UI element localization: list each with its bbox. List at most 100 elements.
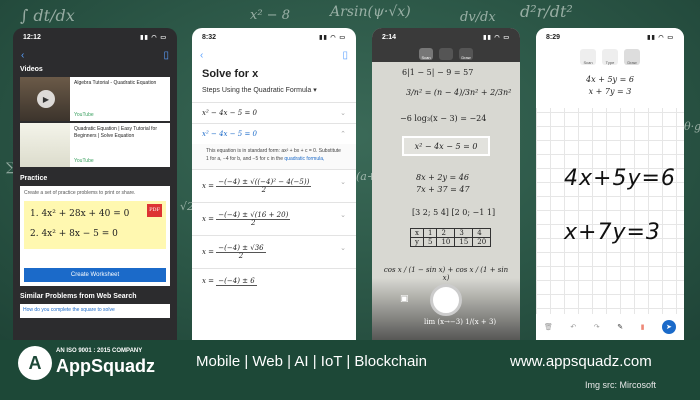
eq-denominator: 2 xyxy=(251,219,256,227)
worksheet-preview[interactable]: PDF 1. 4x² + 28x + 40 = 0 2. 4x² + 8x − … xyxy=(24,201,166,249)
iso-label: AN ISO 9001 : 2015 COMPANY xyxy=(56,348,143,354)
chevron-down-icon: ⌄ xyxy=(340,109,346,117)
status-bar: 8:32 ▮▮ ◠ ▭ xyxy=(192,28,356,46)
chevron-down-icon: ⌄ xyxy=(340,178,346,186)
signal-wifi-battery-icon: ▮▮ ◠ ▭ xyxy=(319,34,346,41)
system-equation: 8x + 2y = 46 xyxy=(416,173,469,182)
phone-handwriting: 8:29 ▮▮ ◠ ▭ Scan Type Draw 4x + 5y = 6 x… xyxy=(536,28,684,340)
table-cell: y xyxy=(410,237,424,247)
tab-scan[interactable]: Scan xyxy=(419,48,433,60)
recognized-equation: x + 7y = 3 xyxy=(588,87,632,96)
status-time: 12:12 xyxy=(23,33,41,41)
video-source: YouTube xyxy=(74,111,94,118)
worksheet-equation: 2. 4x² + 8x − 5 = 0 xyxy=(30,228,118,239)
handwritten-equation: x+7y=3 xyxy=(564,220,661,245)
chalk-formula: θ·g xyxy=(684,120,700,133)
table-cell: 10 xyxy=(436,237,456,247)
quadratic-formula-link[interactable]: quadratic formula, xyxy=(284,156,324,162)
tab-draw[interactable]: Draw xyxy=(459,48,473,60)
solution-step[interactable]: x² − 4x − 5 = 0 ⌄ xyxy=(192,102,356,123)
eq-lhs: x = xyxy=(202,215,215,223)
eq-lhs: x = xyxy=(202,277,215,285)
scanned-table[interactable]: x 1 2 3 4 y 5 10 15 20 xyxy=(410,228,492,247)
mode-tabs: Scan Draw xyxy=(372,46,520,62)
system-equation: 7x + 37 = 47 xyxy=(416,185,470,194)
chalk-formula: ∫ dt/dx xyxy=(20,6,75,25)
table-cell: 15 xyxy=(454,237,474,247)
bookmark-icon[interactable]: ▯ xyxy=(342,50,348,61)
gallery-icon[interactable]: ▣ xyxy=(400,294,409,304)
eq-numerator: −(−4) ± 6 xyxy=(216,277,257,286)
method-selector[interactable]: Steps Using the Quadratic Formula ▾ xyxy=(192,84,356,96)
eq-lhs: x = xyxy=(202,182,215,190)
scanned-problem[interactable]: −6 log₃(x − 3) = −24 xyxy=(400,114,486,123)
video-source: YouTube xyxy=(74,157,94,164)
worksheet-equation: 1. 4x² + 28x + 40 = 0 xyxy=(30,209,130,219)
tab-type[interactable] xyxy=(439,48,453,60)
chalk-formula: dv/dx xyxy=(460,10,496,25)
bookmark-icon[interactable]: ▯ xyxy=(163,50,169,61)
solution-step[interactable]: x = −(−4) ± √36 2 ⌄ xyxy=(192,235,356,268)
solution-step[interactable]: x = −(−4) ± √((−4)² − 4(−5)) 2 ⌄ xyxy=(192,169,356,202)
solution-step[interactable]: x = −(−4) ± 6 xyxy=(192,268,356,293)
table-row: y 5 10 15 20 xyxy=(410,237,492,247)
eq-denominator: 2 xyxy=(261,186,267,194)
practice-description: Create a set of practice problems to pri… xyxy=(24,190,136,196)
table-cell: 20 xyxy=(472,237,492,247)
page-title: Solve for x xyxy=(202,68,259,80)
chalk-formula: x² − 8 xyxy=(250,8,290,23)
tab-type[interactable]: Type xyxy=(602,49,618,65)
redo-icon[interactable]: ↷ xyxy=(594,323,600,331)
table-cell: x xyxy=(410,228,424,238)
tab-scan[interactable]: Scan xyxy=(580,49,596,65)
back-chevron-icon[interactable]: ‹ xyxy=(200,50,203,61)
chevron-down-icon: ⌄ xyxy=(340,211,346,219)
mode-tabs: Scan Type Draw xyxy=(536,46,684,68)
pencil-icon[interactable]: ✎ xyxy=(617,323,623,331)
scanned-problem[interactable]: 6|1 − 5| − 9 = 57 xyxy=(402,68,473,77)
play-icon[interactable]: ▶ xyxy=(37,90,55,108)
eq-lhs: x = xyxy=(202,248,215,256)
undo-icon[interactable]: ↶ xyxy=(570,323,576,331)
eraser-icon[interactable]: ▮ xyxy=(641,323,645,331)
website-url[interactable]: www.appsquadz.com xyxy=(510,353,652,370)
video-card[interactable]: ▶ Algebra Tutorial - Quadratic Equation Y… xyxy=(20,77,170,121)
section-practice-title: Practice xyxy=(20,175,48,182)
status-time: 8:29 xyxy=(546,33,561,41)
chevron-down-icon: ⌄ xyxy=(340,244,346,252)
tagline: Mobile | Web | AI | IoT | Blockchain xyxy=(196,353,427,370)
tab-draw[interactable]: Draw xyxy=(624,49,640,65)
method-label: Steps Using the Quadratic Formula xyxy=(202,87,312,94)
solution-step[interactable]: x = −(−4) ± √(16 + 20) 2 ⌄ xyxy=(192,202,356,235)
scanned-problem[interactable]: 3/n² = (n − 4)/3n² + 2/3n² xyxy=(406,88,511,97)
signal-wifi-battery-icon: ▮▮ ◠ ▭ xyxy=(483,34,510,41)
chalk-formula: Arsin(ψ·√x) xyxy=(330,4,411,20)
phone-camera-scan: 2:14 ▮▮ ◠ ▭ Scan Draw 6|1 − 5| − 9 = 57 … xyxy=(372,28,520,340)
table-row: x 1 2 3 4 xyxy=(410,228,492,238)
recognized-equations: 4x + 5y = 6 x + 7y = 3 xyxy=(536,68,684,108)
image-source-credit: Img src: Mircosoft xyxy=(585,380,657,390)
solution-step-expanded[interactable]: x² − 4x − 5 = 0 ⌃ xyxy=(192,123,356,144)
scanned-system[interactable]: 8x + 2y = 46 7x + 37 = 47 xyxy=(416,172,470,196)
focused-problem: x² − 4x − 5 = 0 xyxy=(414,141,478,151)
scanned-problem[interactable]: lim (x→−3) 1/(x + 3) xyxy=(424,318,496,326)
shutter-button[interactable] xyxy=(430,284,462,316)
table-cell: 1 xyxy=(422,228,438,238)
send-icon[interactable]: ➤ xyxy=(661,320,676,334)
create-worksheet-button[interactable]: Create Worksheet xyxy=(24,268,166,282)
brand-name: AppSquadz xyxy=(56,356,155,376)
step-equation: x² − 4x − 5 = 0 xyxy=(202,109,258,117)
dropdown-triangle-icon: ▾ xyxy=(313,87,317,94)
scan-focus-frame[interactable]: x² − 4x − 5 = 0 xyxy=(402,136,490,156)
recognized-equation: 4x + 5y = 6 xyxy=(586,75,634,84)
scanned-matrix[interactable]: [3 2; 5 4] [2 0; −1 1] xyxy=(412,208,495,217)
handwritten-equation: 4x+5y=6 xyxy=(564,166,676,191)
video-card[interactable]: Quadratic Equation | Easy Tutorial for B… xyxy=(20,123,170,167)
video-thumbnail: ▶ xyxy=(20,77,70,121)
trash-icon[interactable]: 🗑 xyxy=(544,323,553,331)
similar-problem-link[interactable]: How do you complete the square to solve xyxy=(20,304,170,318)
chalk-formula: d²r/dt² xyxy=(520,2,573,21)
nav-bar: ‹ ▯ xyxy=(13,46,177,64)
chevron-up-icon: ⌃ xyxy=(340,130,346,138)
back-chevron-icon[interactable]: ‹ xyxy=(21,50,24,61)
